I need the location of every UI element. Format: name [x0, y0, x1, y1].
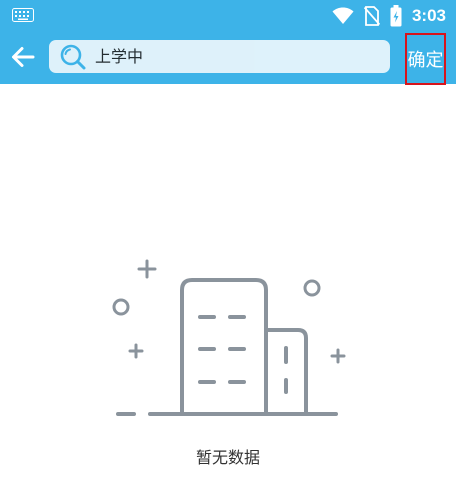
keyboard-icon — [12, 8, 34, 22]
search-box[interactable] — [49, 40, 390, 73]
status-bar: 3:03 — [0, 0, 456, 32]
back-button[interactable] — [6, 40, 40, 74]
empty-building-icon — [112, 259, 346, 416]
status-time: 3:03 — [411, 6, 446, 25]
wifi-icon — [332, 7, 354, 24]
search-input[interactable] — [95, 40, 380, 73]
arrow-left-icon — [12, 47, 35, 67]
confirm-label: 确定 — [407, 50, 444, 71]
no-sim-icon — [363, 6, 380, 26]
battery-charging-icon — [390, 5, 402, 27]
empty-message: 暂无数据 — [195, 448, 260, 467]
app-bar: 3:03 确定 — [0, 0, 456, 85]
confirm-button[interactable]: 确定 — [405, 33, 446, 85]
search-icon — [60, 44, 86, 70]
status-icons: 3:03 — [332, 3, 446, 29]
